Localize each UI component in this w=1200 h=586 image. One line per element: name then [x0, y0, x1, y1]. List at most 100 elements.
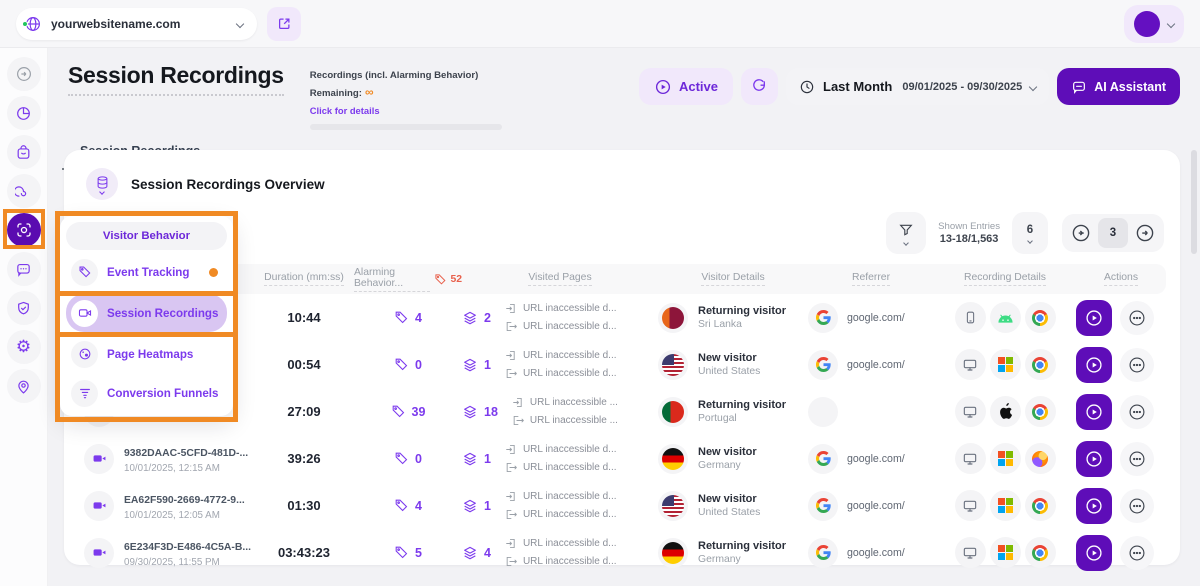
sidebar-collapse-icon[interactable]: [7, 57, 41, 91]
refresh-icon: [751, 78, 768, 95]
chrome-icon: [1032, 404, 1048, 420]
play-recording-button[interactable]: [1076, 441, 1112, 477]
more-actions-button[interactable]: [1120, 395, 1154, 429]
referrer-cell: google.com/: [808, 538, 934, 568]
referrer-cell: google.com/: [808, 444, 934, 474]
recording-id: 6E234F3D-E486-4C5A-B...: [124, 542, 251, 553]
exit-url: URL inaccessible d...: [505, 367, 617, 380]
visited-pages-cell: 18 URL inaccessible ... URL inaccessible…: [462, 396, 658, 427]
sidebar-item-dashboard[interactable]: [7, 96, 41, 130]
more-actions-button[interactable]: [1120, 348, 1154, 382]
windows-icon: [998, 498, 1013, 513]
sidebar-item-settings[interactable]: [7, 330, 41, 364]
visitor-type: New visitor: [698, 446, 757, 458]
alarming-count: 39: [412, 405, 426, 419]
visitor-type: New visitor: [698, 352, 760, 364]
referrer-url: google.com/: [847, 312, 905, 324]
table-row[interactable]: 6E234F3D-E486-4C5A-B...09/30/2025, 11:55…: [78, 529, 1166, 576]
focus-record-icon: [15, 221, 33, 239]
play-recording-button[interactable]: [1076, 488, 1112, 524]
col-alarming[interactable]: Alarming Behavior... 52: [354, 267, 462, 292]
location-pin-icon: [15, 378, 32, 395]
col-visitor-details[interactable]: Visitor Details: [701, 272, 764, 286]
prev-page-button[interactable]: [1066, 218, 1096, 248]
sidebar-item-feedback[interactable]: [7, 252, 41, 286]
refresh-button[interactable]: [741, 68, 778, 105]
col-referrer[interactable]: Referrer: [852, 272, 890, 286]
play-recording-button[interactable]: [1076, 300, 1112, 336]
visitor-country: Sri Lanka: [698, 319, 786, 330]
table-row[interactable]: 9382DAAC-5CFD-481D-...10/01/2025, 12:15 …: [78, 435, 1166, 482]
table-row[interactable]: 10:44 4 2 URL inaccessible d... UR: [78, 294, 1166, 341]
visitor-country: Portugal: [698, 413, 786, 424]
pages-count: 1: [484, 499, 491, 513]
sidebar-item-visitor-behavior[interactable]: [7, 213, 41, 247]
alarming-total-badge: 52: [434, 273, 462, 286]
col-recording-details[interactable]: Recording Details: [964, 272, 1046, 286]
google-icon: [808, 444, 838, 474]
details-link[interactable]: Click for details: [310, 105, 380, 116]
current-page[interactable]: 3: [1098, 218, 1128, 248]
date-range-picker[interactable]: Last Month 09/01/2025 - 09/30/2025: [786, 68, 1049, 105]
heatmap-icon: [71, 341, 98, 368]
page-size-select[interactable]: 6: [1012, 212, 1048, 254]
scrollbar[interactable]: [1191, 150, 1197, 254]
referrer-cell: google.com/: [808, 303, 934, 333]
visited-pages-cell: 1 URL inaccessible d... URL inaccessible…: [462, 349, 658, 380]
col-duration[interactable]: Duration (mm:ss): [264, 272, 344, 286]
windows-icon: [998, 357, 1013, 372]
video-camera-icon: [84, 444, 114, 474]
avatar: [1134, 11, 1160, 37]
play-recording-button[interactable]: [1076, 347, 1112, 383]
col-visited-pages[interactable]: Visited Pages: [528, 272, 591, 286]
overview-expander[interactable]: [86, 168, 118, 200]
chat-icon: [1071, 79, 1087, 95]
chrome-icon: [1032, 310, 1048, 326]
device-icon: [955, 443, 986, 474]
more-actions-button[interactable]: [1120, 301, 1154, 335]
site-selector[interactable]: yourwebsitename.com: [16, 8, 257, 40]
sidebar-item-security[interactable]: [7, 291, 41, 325]
open-site-button[interactable]: [267, 7, 301, 41]
tag-icon: [394, 357, 409, 372]
visitor-details-cell: Returning visitorSri Lanka: [658, 303, 808, 333]
ai-assistant-button[interactable]: AI Assistant: [1057, 68, 1180, 105]
alarming-behavior-cell: 39: [391, 404, 426, 419]
pages-count: 2: [484, 311, 491, 325]
referrer-cell: google.com/: [808, 491, 934, 521]
actions-cell: [1076, 488, 1154, 524]
tag-icon: [71, 259, 98, 286]
menu-item-conversion-funnels[interactable]: Conversion Funnels: [66, 376, 227, 410]
alarming-count: 0: [415, 452, 422, 466]
table-row[interactable]: 27:09 39 18 URL inaccessible ... U: [78, 388, 1166, 435]
table-row[interactable]: 00:54 0 1 URL inaccessible d... UR: [78, 341, 1166, 388]
recording-details-cell: [955, 302, 1056, 333]
visitor-country: United States: [698, 507, 760, 518]
filter-button[interactable]: [886, 212, 926, 254]
sidebar-item-traffic[interactable]: [7, 174, 41, 208]
chrome-icon: [1032, 498, 1048, 514]
play-recording-button[interactable]: [1076, 394, 1112, 430]
menu-item-event-tracking[interactable]: Event Tracking: [66, 255, 227, 289]
browser-icon: [1025, 302, 1056, 333]
windows-icon: [998, 451, 1013, 466]
chevron-down-icon: [1029, 82, 1037, 90]
play-circle-icon: [1084, 496, 1104, 516]
menu-item-page-heatmaps[interactable]: Page Heatmaps: [66, 337, 227, 371]
more-actions-button[interactable]: [1120, 489, 1154, 523]
play-recording-button[interactable]: [1076, 535, 1112, 571]
active-status-button[interactable]: Active: [639, 68, 733, 105]
menu-header: Visitor Behavior: [66, 222, 227, 250]
menu-item-session-recordings[interactable]: Session Recordings: [66, 294, 227, 332]
tag-icon: [394, 498, 409, 513]
account-menu[interactable]: [1124, 5, 1184, 43]
entry-url: URL inaccessible d...: [505, 443, 617, 456]
filter-icon: [898, 222, 914, 238]
sidebar-item-ecommerce[interactable]: [7, 135, 41, 169]
table-row[interactable]: EA62F590-2669-4772-9...10/01/2025, 12:05…: [78, 482, 1166, 529]
next-page-button[interactable]: [1130, 218, 1160, 248]
more-actions-button[interactable]: [1120, 442, 1154, 476]
more-actions-button[interactable]: [1120, 536, 1154, 570]
sidebar-item-geolocation[interactable]: [7, 369, 41, 403]
visitor-country: Germany: [698, 554, 786, 565]
